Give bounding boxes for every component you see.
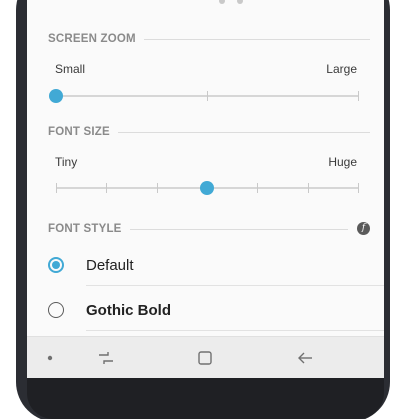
- slider-tick: [358, 183, 359, 193]
- recents-icon[interactable]: [96, 349, 116, 367]
- slider-tick: [56, 183, 57, 193]
- slider-tick: [156, 183, 158, 193]
- font-option-label: Gothic Bold: [86, 301, 171, 319]
- radio-selected-icon[interactable]: [48, 257, 64, 273]
- font-size-title: FONT SIZE: [48, 126, 110, 138]
- font-size-header: FONT SIZE: [48, 124, 370, 140]
- screen-zoom-title: SCREEN ZOOM: [48, 33, 136, 45]
- font-option-default[interactable]: Default: [27, 245, 384, 285]
- home-icon[interactable]: [195, 349, 215, 367]
- screen-zoom-max-label: Large: [326, 62, 357, 76]
- header-divider: [117, 131, 370, 133]
- slider-tick: [207, 91, 208, 101]
- phone-bezel: [27, 378, 384, 419]
- header-divider: [129, 228, 348, 230]
- screenshot: SCREEN ZOOM Small Large FONT SIZE Tiny H…: [0, 0, 397, 419]
- font-option-gothic-bold[interactable]: Gothic Bold: [27, 290, 384, 330]
- slider-tick: [307, 183, 309, 193]
- slider-tick: [257, 183, 259, 193]
- font-size-min-label: Tiny: [55, 155, 78, 169]
- font-style-title: FONT STYLE: [48, 223, 122, 235]
- dot-icon: [44, 349, 56, 367]
- font-size-max-label: Huge: [328, 155, 357, 169]
- screen-zoom-min-label: Small: [55, 62, 86, 76]
- font-size-slider[interactable]: [56, 181, 359, 195]
- slider-thumb[interactable]: [49, 89, 63, 103]
- back-icon[interactable]: [294, 349, 316, 367]
- font-style-header: FONT STYLE: [48, 221, 348, 237]
- radio-unselected-icon[interactable]: [48, 302, 64, 318]
- slider-tick: [358, 91, 359, 101]
- screen-zoom-slider[interactable]: [49, 89, 359, 103]
- slider-thumb[interactable]: [200, 181, 214, 195]
- font-option-label: Default: [86, 256, 134, 274]
- option-divider: [86, 285, 384, 286]
- top-indicator: [219, 0, 249, 6]
- header-divider: [143, 38, 370, 40]
- navigation-bar: [27, 336, 384, 378]
- option-divider: [86, 330, 384, 331]
- screen-zoom-header: SCREEN ZOOM: [48, 31, 370, 47]
- slider-tick: [106, 183, 108, 193]
- info-icon[interactable]: f: [357, 222, 370, 235]
- settings-screen: SCREEN ZOOM Small Large FONT SIZE Tiny H…: [27, 0, 384, 378]
